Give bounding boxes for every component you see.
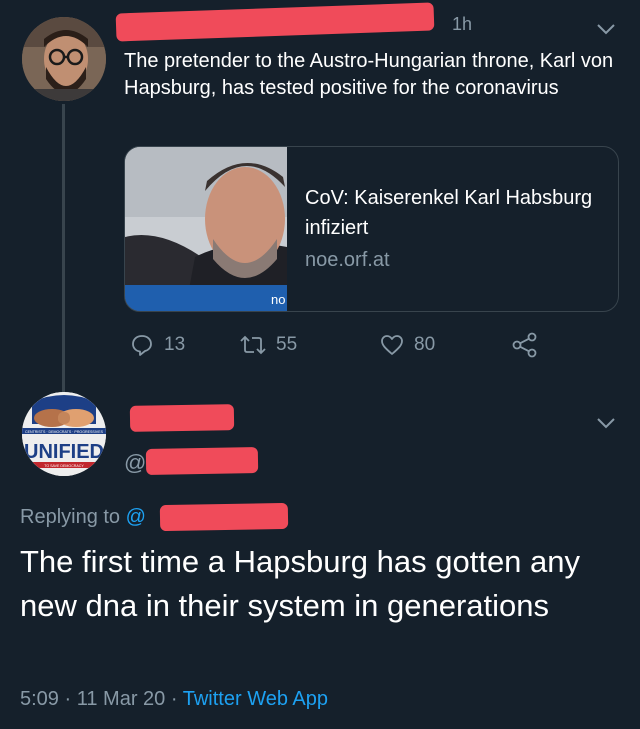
avatar-photo [22,17,106,101]
tweet-text: The first time a Hapsburg has gotten any… [20,544,581,623]
tweet-meta: 5:09 · 11 Mar 20 · Twitter Web App [20,688,328,711]
logo-main-text: UNIFIED [24,441,104,463]
logo-top-text: CENTRISTS · DEMOCRATS · PROGRESSIVES [25,430,104,434]
replying-to-mention[interactable]: @ [126,506,146,528]
redacted-mention [159,502,289,532]
tweet-timestamp[interactable]: 1h [452,14,472,35]
logo-bottom-text: TO SAVE DEMOCRACY [44,464,84,468]
redacted-display-name [129,404,235,432]
card-image: no [125,147,287,311]
card-domain: noe.orf.at [305,249,390,271]
card-title: CoV: Kaiserenkel Karl Habsburg infiziert [305,187,593,239]
meta-separator: · [170,688,178,710]
share-button[interactable] [512,330,538,360]
tweet-time[interactable]: 5:09 [20,688,59,710]
tweet-text: The pretender to the Austro-Hungarian th… [124,50,614,99]
like-button[interactable]: 80 [380,330,435,360]
reply-count: 13 [164,334,186,355]
avatar[interactable] [22,17,106,101]
retweet-icon [240,335,266,355]
tweet-date[interactable]: 11 Mar 20 [77,688,166,710]
avatar[interactable]: CENTRISTS · DEMOCRATS · PROGRESSIVES UNI… [22,392,106,476]
unified-logo: CENTRISTS · DEMOCRATS · PROGRESSIVES UNI… [22,392,106,476]
meta-separator: · [64,688,72,710]
reply-icon [132,335,152,356]
reply-button[interactable]: 13 [130,330,185,360]
heart-icon [381,335,403,355]
card-image-caption: no [271,292,285,307]
chevron-down-icon[interactable] [596,416,616,435]
chevron-down-icon[interactable] [596,22,616,41]
thread-line [62,104,65,394]
source-app-link[interactable]: Twitter Web App [183,688,328,710]
handle-prefix: @ [124,450,147,475]
replying-to-label: Replying to [20,506,121,528]
link-card[interactable]: no CoV: Kaiserenkel Karl Habsburg infizi… [124,146,619,312]
retweet-button[interactable]: 55 [240,330,297,360]
redacted-display-name [115,2,435,42]
like-count: 80 [414,334,436,355]
replying-to: Replying to @ [20,506,146,529]
retweet-count: 55 [276,334,298,355]
share-icon [512,332,537,358]
redacted-handle [145,447,259,475]
